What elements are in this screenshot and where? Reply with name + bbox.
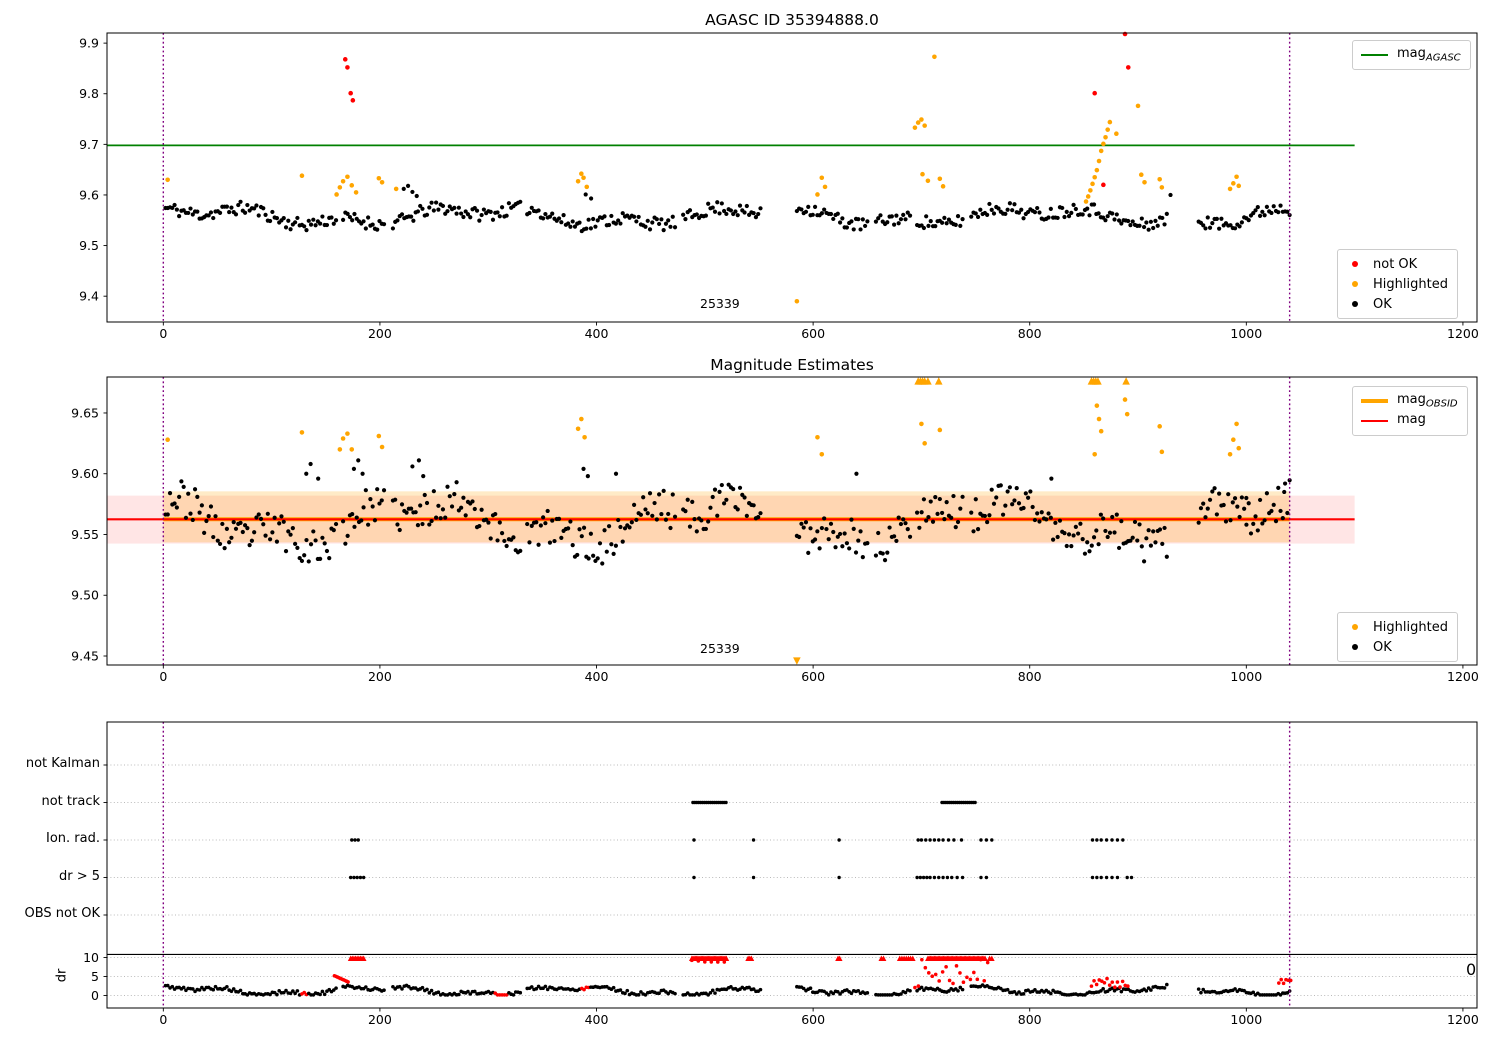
mag-line-swatch xyxy=(1361,419,1388,423)
plot1-title: AGASC ID 35394888.0 xyxy=(705,11,879,29)
legend-row-highlighted: Highlighted xyxy=(1343,274,1448,294)
svg-text:9.55: 9.55 xyxy=(71,527,99,542)
svg-text:200: 200 xyxy=(368,669,392,684)
mag-obsid-line-swatch xyxy=(1361,399,1388,403)
svg-text:200: 200 xyxy=(368,326,392,341)
legend-mag-lines: magOBSID mag xyxy=(1352,386,1468,436)
svg-text:9.9: 9.9 xyxy=(79,36,99,51)
charts-canvas: 0 200 400 600 800 1000 12009.49.59.69.79.89.90… xyxy=(71,31,1479,1027)
svg-text:10: 10 xyxy=(83,950,99,965)
svg-text:800: 800 xyxy=(1018,669,1042,684)
svg-text:9.50: 9.50 xyxy=(71,588,99,603)
highlighted-marker-swatch-mid xyxy=(1352,624,1358,630)
legend-label-mag-agasc: magAGASC xyxy=(1397,46,1461,64)
legend-row-not-ok: not OK xyxy=(1343,254,1448,274)
svg-text:9.6: 9.6 xyxy=(79,187,99,202)
svg-text:0: 0 xyxy=(159,669,167,684)
flag-label-dr-gt5: dr > 5 xyxy=(58,869,100,884)
legend-label-not-ok: not OK xyxy=(1373,256,1418,272)
legend-row-ok-mid: OK xyxy=(1343,637,1448,657)
legend-label-highlighted: Highlighted xyxy=(1373,276,1448,292)
legend-row-ok: OK xyxy=(1343,294,1448,314)
svg-text:9.4: 9.4 xyxy=(79,289,99,304)
mag-agasc-line-swatch xyxy=(1361,53,1388,57)
svg-text:9.8: 9.8 xyxy=(79,86,99,101)
svg-text:5: 5 xyxy=(91,969,99,984)
svg-text:1200: 1200 xyxy=(1447,669,1479,684)
svg-text:9.5: 9.5 xyxy=(79,238,99,253)
svg-text:200: 200 xyxy=(368,1012,392,1027)
svg-text:400: 400 xyxy=(585,669,609,684)
svg-text:9.65: 9.65 xyxy=(71,405,99,420)
annotation-obsid-top: 25339 xyxy=(700,296,740,311)
ok-marker-swatch-mid xyxy=(1352,644,1358,650)
svg-text:1000: 1000 xyxy=(1230,1012,1262,1027)
legend-mag-agasc: magAGASC xyxy=(1352,40,1471,70)
svg-text:1200: 1200 xyxy=(1447,326,1479,341)
dr-axis-label: dr xyxy=(54,968,70,983)
legend-label-mag-obsid: magOBSID xyxy=(1397,392,1458,410)
svg-text:0: 0 xyxy=(91,988,99,1003)
svg-text:800: 800 xyxy=(1018,1012,1042,1027)
svg-text:0: 0 xyxy=(159,1012,167,1027)
legend-row-mag: mag xyxy=(1358,411,1458,431)
svg-text:1200: 1200 xyxy=(1447,1012,1479,1027)
magnitude-stats-figure: 0 200 400 600 800 1000 1200 9.4 9.5 9.6 9.7 9.8 9.9 0… xyxy=(0,0,1500,1050)
legend-quality-top: not OK Highlighted OK xyxy=(1337,249,1458,319)
svg-text:9.45: 9.45 xyxy=(71,649,99,664)
flag-label-not-track: not track xyxy=(41,794,100,809)
svg-text:600: 600 xyxy=(801,326,825,341)
legend-label-ok-mid: OK xyxy=(1373,639,1392,655)
svg-text:9.7: 9.7 xyxy=(79,137,99,152)
flag-label-not-kalman: not Kalman xyxy=(25,756,100,771)
svg-text:1000: 1000 xyxy=(1230,326,1262,341)
legend-row-mag-agasc: magAGASC xyxy=(1358,45,1461,65)
plot2-title: Magnitude Estimates xyxy=(710,356,874,374)
not-ok-marker-swatch xyxy=(1352,261,1358,267)
flag-label-obs-not-ok: OBS not OK xyxy=(24,906,101,921)
legend-row-mag-obsid: magOBSID xyxy=(1358,391,1458,411)
svg-text:400: 400 xyxy=(585,326,609,341)
svg-text:800: 800 xyxy=(1018,326,1042,341)
highlighted-marker-swatch xyxy=(1352,281,1358,287)
svg-text:400: 400 xyxy=(585,1012,609,1027)
svg-text:9.60: 9.60 xyxy=(71,466,99,481)
legend-quality-mid: Highlighted OK xyxy=(1337,612,1458,662)
flag-label-ion-rad: Ion. rad. xyxy=(46,831,100,846)
svg-text:600: 600 xyxy=(801,1012,825,1027)
svg-text:0: 0 xyxy=(159,326,167,341)
legend-label-highlighted-mid: Highlighted xyxy=(1373,619,1448,635)
legend-label-mag: mag xyxy=(1397,412,1426,428)
svg-text:600: 600 xyxy=(801,669,825,684)
legend-row-highlighted-mid: Highlighted xyxy=(1343,617,1448,637)
legend-label-ok: OK xyxy=(1373,296,1392,312)
svg-text:1000: 1000 xyxy=(1230,669,1262,684)
ok-marker-swatch xyxy=(1352,301,1358,307)
annotation-obsid-mid: 25339 xyxy=(700,641,740,656)
dr-right-zero-label: 0 xyxy=(1466,960,1477,979)
